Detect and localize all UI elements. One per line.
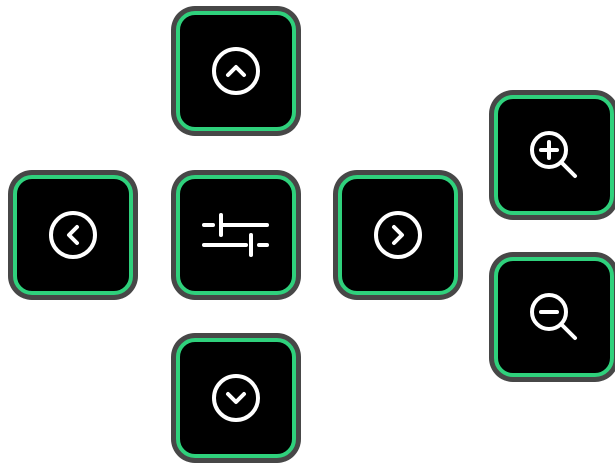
settings-button[interactable] bbox=[171, 170, 301, 300]
pan-down-button-face[interactable] bbox=[176, 338, 296, 458]
zoom-out-button-face[interactable] bbox=[494, 257, 614, 377]
zoom-in-icon bbox=[526, 127, 582, 183]
settings-button-face[interactable] bbox=[176, 175, 296, 295]
zoom-in-button[interactable] bbox=[489, 90, 615, 220]
chevron-right-circle-icon bbox=[372, 209, 424, 261]
chevron-up-circle-icon bbox=[210, 45, 262, 97]
pan-up-button-face[interactable] bbox=[176, 11, 296, 131]
pan-left-button[interactable] bbox=[8, 170, 138, 300]
pan-left-button-face[interactable] bbox=[13, 175, 133, 295]
sliders-icon bbox=[201, 210, 271, 260]
pan-down-button[interactable] bbox=[171, 333, 301, 463]
pan-up-button[interactable] bbox=[171, 6, 301, 136]
pan-right-button-face[interactable] bbox=[338, 175, 458, 295]
zoom-out-button[interactable] bbox=[489, 252, 615, 382]
pan-right-button[interactable] bbox=[333, 170, 463, 300]
zoom-in-button-face[interactable] bbox=[494, 95, 614, 215]
chevron-left-circle-icon bbox=[47, 209, 99, 261]
chevron-down-circle-icon bbox=[210, 372, 262, 424]
zoom-out-icon bbox=[526, 289, 582, 345]
